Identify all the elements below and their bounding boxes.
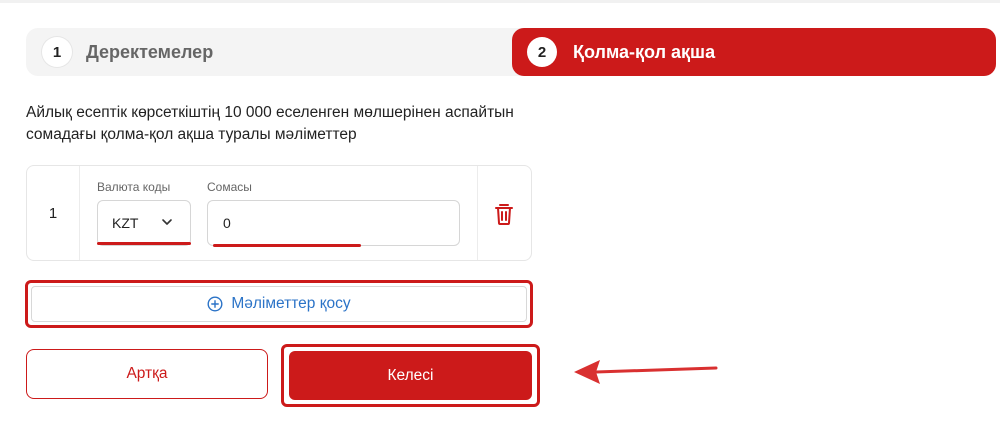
step-cash[interactable]: 2 Қолма-қол ақша: [512, 28, 996, 76]
step-number: 2: [527, 37, 557, 67]
trash-icon[interactable]: [493, 202, 515, 226]
currency-label: Валюта коды: [97, 180, 171, 194]
add-data-button[interactable]: Мәліметтер қосу: [31, 286, 527, 322]
divider: [477, 166, 478, 260]
currency-value: KZT: [112, 215, 139, 231]
chevron-down-icon: [162, 219, 172, 225]
add-button-highlight: Мәліметтер қосу: [25, 280, 533, 328]
stepper: 1 Деректемелер 2 Қолма-қол ақша: [26, 28, 996, 76]
add-data-label: Мәліметтер қосу: [231, 295, 351, 312]
back-button[interactable]: Артқа: [26, 349, 268, 399]
amount-value: 0: [223, 215, 231, 231]
amount-input[interactable]: 0: [207, 200, 460, 246]
top-divider: [0, 0, 1000, 3]
step-label: Қолма-қол ақша: [573, 41, 716, 62]
amount-label: Сомасы: [207, 180, 252, 194]
plus-circle-icon: [207, 296, 223, 312]
back-label: Артқа: [126, 365, 168, 382]
step-number: 1: [42, 37, 72, 67]
next-button[interactable]: Келесі: [289, 351, 532, 400]
cash-item-card: 1 Валюта коды KZT Сомасы 0: [26, 165, 532, 261]
step-label: Деректемелер: [86, 41, 214, 62]
item-index: 1: [27, 166, 80, 260]
arrow-left-icon: [574, 360, 718, 384]
next-button-highlight: Келесі: [281, 344, 540, 407]
step-details[interactable]: 1 Деректемелер: [42, 28, 213, 76]
section-description: Айлық есептік көрсеткіштің 10 000 еселен…: [26, 104, 514, 143]
currency-select[interactable]: KZT: [97, 200, 191, 246]
amount-highlight: [213, 244, 361, 247]
currency-highlight: [97, 242, 191, 245]
next-label: Келесі: [387, 366, 434, 384]
